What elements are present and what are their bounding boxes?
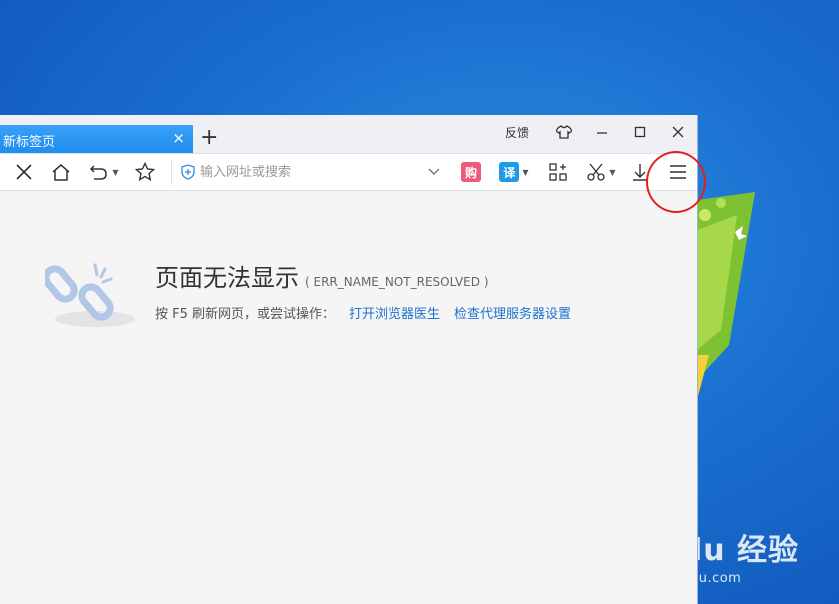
error-title-text: 页面无法显示 <box>155 264 299 292</box>
new-tab-button[interactable]: + <box>200 127 218 149</box>
translate-button[interactable]: 译 ▼ <box>496 158 532 186</box>
feedback-button[interactable]: 反馈 <box>505 124 529 141</box>
home-button[interactable] <box>47 158 75 186</box>
hamburger-menu-icon <box>670 165 686 179</box>
maximize-icon <box>634 126 646 138</box>
tab-close-icon[interactable]: × <box>172 129 185 147</box>
maximize-button[interactable] <box>621 118 659 146</box>
download-button[interactable] <box>627 158 653 186</box>
error-code: ( ERR_NAME_NOT_RESOLVED ) <box>305 275 489 289</box>
address-input[interactable] <box>200 161 415 183</box>
chevron-down-icon: ▼ <box>522 167 529 177</box>
download-icon <box>633 164 647 181</box>
shirt-icon <box>556 125 572 139</box>
error-hint: 按 F5 刷新网页，或尝试操作： <box>155 307 336 322</box>
undo-icon <box>90 165 108 180</box>
address-bar[interactable] <box>171 159 447 185</box>
undo-close-button[interactable]: ▼ <box>86 158 122 186</box>
minimize-icon <box>597 132 607 134</box>
apps-grid-icon <box>549 163 567 181</box>
broken-link-icon <box>45 263 135 327</box>
shield-icon <box>181 164 195 180</box>
menu-button[interactable] <box>664 158 692 186</box>
skin-button[interactable] <box>545 118 583 146</box>
navigation-toolbar: ▼ 购 译 ▼ ▼ <box>0 153 697 191</box>
window-controls: 反馈 <box>505 118 697 146</box>
check-proxy-settings-link[interactable]: 检查代理服务器设置 <box>454 307 571 322</box>
translate-badge: 译 <box>499 162 520 182</box>
open-browser-doctor-link[interactable]: 打开浏览器医生 <box>349 307 440 322</box>
shop-badge: 购 <box>461 162 481 182</box>
error-suggestions: 按 F5 刷新网页，或尝试操作： 打开浏览器医生 检查代理服务器设置 <box>155 303 571 322</box>
scissors-icon <box>587 163 606 181</box>
close-icon <box>672 126 684 138</box>
tab-new-tab[interactable]: 新标签页 × <box>0 125 193 153</box>
favorite-button[interactable] <box>131 158 159 186</box>
screenshot-button[interactable]: ▼ <box>583 158 619 186</box>
browser-window: 新标签页 × + 反馈 ▼ 输入网址或搜索 购 译 ▼ ▼ 页面无法显示 (E… <box>0 115 698 604</box>
chevron-down-icon: ▼ <box>112 167 119 177</box>
star-icon <box>135 162 155 182</box>
error-title: 页面无法显示 ( ERR_NAME_NOT_RESOLVED ) <box>155 258 489 293</box>
stop-button[interactable] <box>10 158 38 186</box>
close-window-button[interactable] <box>659 118 697 146</box>
tab-title: 新标签页 <box>3 135 56 150</box>
title-bar: 新标签页 × + 反馈 <box>0 115 697 153</box>
desktop-wallpaper <box>697 0 839 604</box>
chevron-down-icon: ▼ <box>609 167 616 177</box>
shopping-button[interactable]: 购 <box>459 158 483 186</box>
stop-x-icon <box>16 164 32 180</box>
minimize-button[interactable] <box>583 118 621 146</box>
chevron-down-icon[interactable] <box>428 168 440 176</box>
home-icon <box>52 164 70 181</box>
apps-button[interactable] <box>545 158 571 186</box>
wallpaper-leaf-graphic <box>697 192 755 400</box>
